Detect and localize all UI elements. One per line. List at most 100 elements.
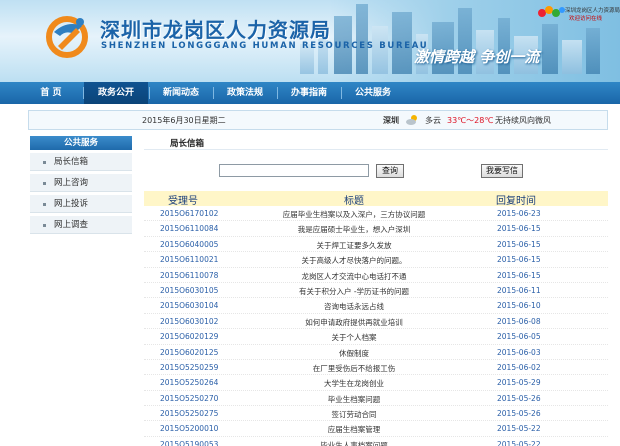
weather-city: 深圳 [383,116,399,125]
row-reply-date: 2015-05-22 [497,424,541,434]
skyline-building [586,28,600,74]
row-reply-date: 2015-06-03 [497,347,541,357]
row-id-link[interactable]: 2015O5250275 [160,409,218,418]
row-title-link[interactable]: 龙岗区人才交流中心电话打不通 [234,271,474,282]
row-id-link[interactable]: 2015O6110021 [160,255,218,264]
row-reply-date: 2015-06-23 [497,209,541,218]
row-id-link[interactable]: 2015O6170102 [160,209,218,218]
row-reply-date: 2015-06-15 [497,255,541,265]
info-bar: 2015年6月30日星期二 深圳 多云 33℃～28℃ 无持续风向微风 [28,110,608,130]
row-reply-date: 2015-05-26 [497,409,541,419]
write-letter-button[interactable]: 我要写信 [481,164,523,178]
skyline-building [562,40,582,74]
table-row[interactable]: 2015O6020125 休假制度 2015-06-03 [144,345,608,360]
badge-text-secondary: 欢迎访问在线 [569,16,603,22]
row-id-link[interactable]: 2015O6040005 [160,240,218,249]
row-id-link[interactable]: 2015O5250270 [160,394,218,403]
row-title-link[interactable]: 有关于积分入户 -学历证书的问题 [234,286,474,297]
content-header: 局长信箱 [144,136,608,150]
row-id-link[interactable]: 2015O6110084 [160,224,218,233]
sidebar-item-online-complaint[interactable]: 网上投诉 [30,195,132,213]
row-reply-date: 2015-06-11 [497,285,541,295]
row-reply-date: 2015-06-15 [497,224,541,234]
table-row[interactable]: 2015O5250275 签订劳动合同 2015-05-26 [144,406,608,422]
row-title-link[interactable]: 签订劳动合同 [234,409,474,420]
sidebar-item-label: 网上投诉 [54,199,89,209]
row-reply-date: 2015-06-08 [497,316,541,326]
header-banner: 深圳市龙岗区人力资源局 SHENZHEN LONGGGANG HUMAN RES… [0,0,620,82]
weather-wind: 无持续风向微风 [495,116,551,125]
table-header: 受理号 标题 回复时间 [144,191,608,207]
row-id-link[interactable]: 2015O6110078 [160,271,218,280]
table-row[interactable]: 2015O6040005 关于焊工证要多久发放 2015-06-15 [144,237,608,253]
sidebar-item-label: 网上咨询 [54,178,89,188]
row-title-link[interactable]: 应届生档案管理 [234,424,474,435]
site-subtitle: SHENZHEN LONGGGANG HUMAN RESOURCES BUREA… [101,41,429,51]
row-title-link[interactable]: 毕业生档案问题 [234,394,474,405]
row-reply-date: 2015-06-02 [497,362,541,372]
nav-item-home[interactable]: 首 页 [20,82,82,104]
table-row[interactable]: 2015O6020129 关于个人档案 2015-06-05 [144,329,608,345]
sidebar-heading: 公共服务 [30,136,132,150]
weather-condition: 多云 [425,116,441,125]
table-row[interactable]: 2015O6110078 龙岗区人才交流中心电话打不通 2015-06-15 [144,268,608,283]
row-title-link[interactable]: 关于高级人才尽快落户的问题。 [234,255,474,266]
nav-item-news[interactable]: 新闻动态 [150,82,212,104]
column-header-id: 受理号 [168,196,198,207]
row-title-link[interactable]: 如何申请政府提供再就业培训 [234,317,474,328]
row-reply-date: 2015-06-15 [497,270,541,280]
row-id-link[interactable]: 2015O5190053 [160,440,218,446]
divider [144,149,608,150]
row-id-link[interactable]: 2015O5250259 [160,363,218,372]
square-bullet-icon [43,224,46,227]
row-id-link[interactable]: 2015O5200010 [160,424,218,433]
table-body: 2015O6170102 应届毕业生档案以及入深户，三方协议问题 2015-06-2… [144,206,608,446]
row-id-link[interactable]: 2015O6030102 [160,317,218,326]
row-title-link[interactable]: 在厂里受伤后不给报工伤 [234,363,474,374]
sidebar-item-online-consult[interactable]: 网上咨询 [30,174,132,192]
row-title-link[interactable]: 关于焊工证要多久发放 [234,240,474,251]
search-input[interactable] [219,164,369,177]
sidebar-item-director-mailbox[interactable]: 局长信箱 [30,153,132,171]
row-id-link[interactable]: 2015O6020125 [160,348,218,357]
table-row[interactable]: 2015O5200010 应届生档案管理 2015-05-22 [144,421,608,437]
sidebar-item-label: 网上调查 [54,220,89,230]
sidebar-item-online-survey[interactable]: 网上调查 [30,216,132,234]
nav-item-public-service[interactable]: 公共服务 [342,82,404,104]
table-row[interactable]: 2015O5250270 毕业生档案问题 2015-05-26 [144,391,608,407]
main-nav: 首 页 政务公开 新闻动态 政策法规 办事指南 公共服务 [0,82,620,104]
row-id-link[interactable]: 2015O5250264 [160,378,218,387]
row-title-link[interactable]: 我是应届硕士毕业生，想入户深圳 [234,224,474,235]
cloud-sun-icon [406,115,417,125]
nav-item-policy[interactable]: 政策法规 [214,82,276,104]
table-row[interactable]: 2015O6110021 关于高级人才尽快落户的问题。 2015-06-15 [144,252,608,268]
table-row[interactable]: 2015O5250264 大学生在龙岗创业 2015-05-29 [144,375,608,391]
table-row[interactable]: 2015O6030104 咨询电话永远占线 2015-06-10 [144,298,608,314]
nav-item-service-guide[interactable]: 办事指南 [278,82,340,104]
row-title-link[interactable]: 关于个人档案 [234,332,474,343]
row-id-link[interactable]: 2015O6030105 [160,286,218,295]
row-id-link[interactable]: 2015O6030104 [160,301,218,310]
table-row[interactable]: 2015O6030102 如何申请政府提供再就业培训 2015-06-08 [144,314,608,330]
table-row[interactable]: 2015O6030105 有关于积分入户 -学历证书的问题 2015-06-11 [144,283,608,299]
site-title: 深圳市龙岗区人力资源局 [100,18,331,42]
row-id-link[interactable]: 2015O6020129 [160,332,218,341]
nav-item-government-affairs[interactable]: 政务公开 [84,82,148,104]
row-reply-date: 2015-05-22 [497,439,541,446]
row-title-link[interactable]: 大学生在龙岗创业 [234,378,474,389]
row-title-link[interactable]: 咨询电话永远占线 [234,301,474,312]
table-row[interactable]: 2015O5190053 毕业生人事档案问题 2015-05-22 [144,437,608,446]
row-title-link[interactable]: 休假制度 [234,348,474,359]
table-row[interactable]: 2015O6110084 我是应届硕士毕业生，想入户深圳 2015-06-15 [144,221,608,237]
row-reply-date: 2015-06-15 [497,239,541,249]
table-row[interactable]: 2015O5250259 在厂里受伤后不给报工伤 2015-06-02 [144,360,608,376]
query-button[interactable]: 查询 [376,164,404,178]
letters-table: 受理号 标题 回复时间 2015O6170102 应届毕业生档案以及入深户，三方协… [144,191,608,446]
row-title-link[interactable]: 毕业生人事档案问题 [234,440,474,446]
current-date: 2015年6月30日星期二 [142,116,226,125]
row-title-link[interactable]: 应届毕业生档案以及入深户，三方协议问题 [234,209,474,220]
row-reply-date: 2015-05-26 [497,393,541,403]
badge-text: 深圳龙岗区人力资源局 [565,8,620,14]
skyline-building [542,24,558,74]
table-row[interactable]: 2015O6170102 应届毕业生档案以及入深户，三方协议问题 2015-06-2… [144,206,608,222]
